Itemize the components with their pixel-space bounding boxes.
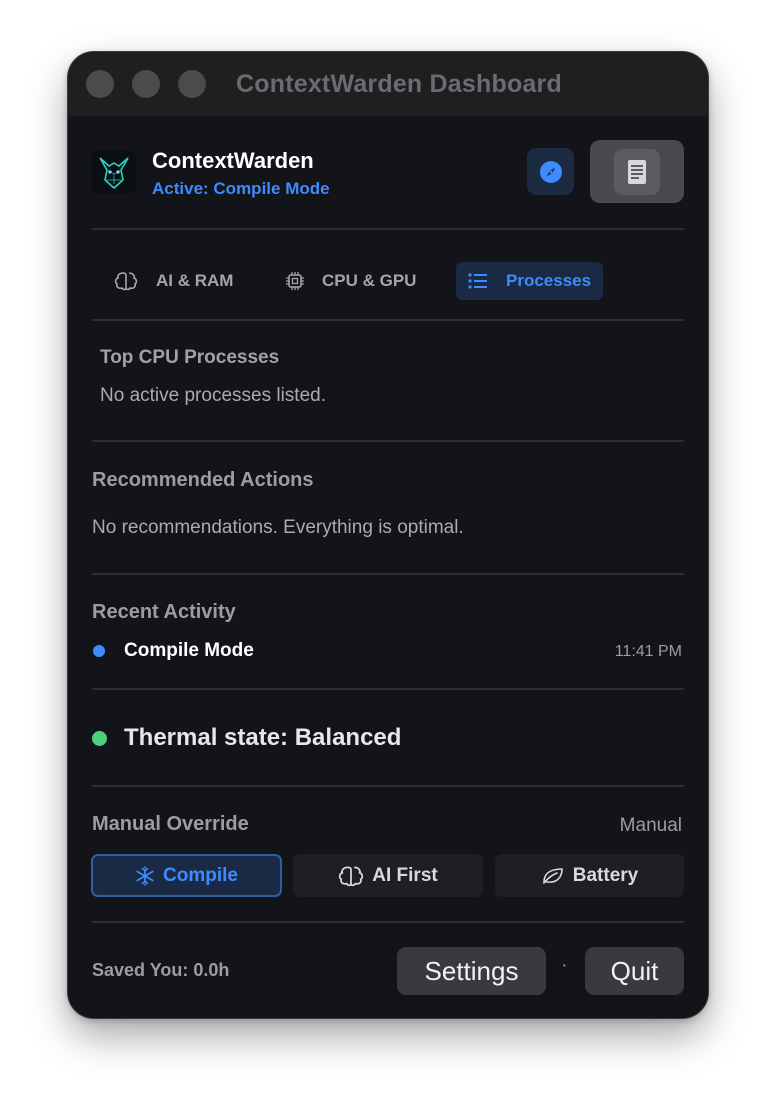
tab-cpu-gpu[interactable]: CPU & GPU <box>286 262 416 300</box>
brain-icon <box>114 272 138 291</box>
mode-status: Active: Compile Mode <box>152 179 330 198</box>
activity-dot <box>93 645 105 657</box>
compile-mode-button[interactable]: Compile <box>91 854 282 897</box>
divider <box>92 688 684 690</box>
chip-icon <box>286 272 304 290</box>
settings-button[interactable]: Settings <box>397 947 546 995</box>
processes-title: Top CPU Processes <box>100 347 280 368</box>
battery-mode-button[interactable]: Battery <box>495 854 684 897</box>
recommendations-title: Recommended Actions <box>92 469 314 491</box>
thermal-state: Thermal state: Balanced <box>124 724 402 751</box>
tab-label: AI & RAM <box>156 271 234 290</box>
tab-label: CPU & GPU <box>322 271 417 290</box>
mode-button-label: Compile <box>163 864 238 886</box>
quit-button[interactable]: Quit <box>585 947 684 995</box>
zoom-window-button[interactable] <box>178 70 206 98</box>
tab-processes[interactable]: Processes <box>456 262 604 300</box>
processes-empty-text: No active processes listed. <box>100 385 326 406</box>
brain-icon <box>339 865 364 886</box>
compass-icon <box>539 160 562 183</box>
document-button-inner <box>614 148 660 195</box>
app-logo <box>92 150 136 194</box>
minimize-window-button[interactable] <box>132 70 160 98</box>
divider <box>92 785 684 787</box>
activity-item-name: Compile Mode <box>124 640 254 661</box>
snowflake-icon <box>136 865 154 886</box>
leaf-icon <box>542 867 563 884</box>
divider <box>92 921 684 923</box>
window-title: ContextWarden Dashboard <box>236 70 562 98</box>
mode-button-label: AI First <box>372 864 438 886</box>
divider <box>92 573 684 575</box>
document-icon <box>628 159 646 184</box>
thermal-status-dot <box>92 731 107 746</box>
footer-separator: · <box>561 954 568 976</box>
title-bar: ContextWarden Dashboard <box>68 52 708 116</box>
close-window-button[interactable] <box>86 70 114 98</box>
divider <box>92 319 684 321</box>
document-button[interactable] <box>590 140 684 203</box>
dashboard-window: ContextWarden Dashboard ContextWarden Ac… <box>68 52 708 1018</box>
recommendations-text: No recommendations. Everything is optima… <box>92 517 464 538</box>
time-saved: Saved You: 0.0h <box>92 960 230 980</box>
wolf-logo-icon <box>92 150 136 194</box>
app-name: ContextWarden <box>152 148 314 173</box>
divider <box>92 228 684 230</box>
activity-item-time: 11:41 PM <box>614 643 682 660</box>
mode-button-label: Battery <box>572 864 639 886</box>
compass-button[interactable] <box>527 148 574 195</box>
tab-label: Processes <box>506 271 592 290</box>
override-title: Manual Override <box>92 813 249 835</box>
list-icon <box>468 273 487 289</box>
ai-first-mode-button[interactable]: AI First <box>293 854 483 897</box>
override-mode-label: Manual <box>619 815 682 836</box>
tab-ai-ram[interactable]: AI & RAM <box>114 262 233 300</box>
divider <box>92 440 684 442</box>
activity-title: Recent Activity <box>92 601 236 623</box>
